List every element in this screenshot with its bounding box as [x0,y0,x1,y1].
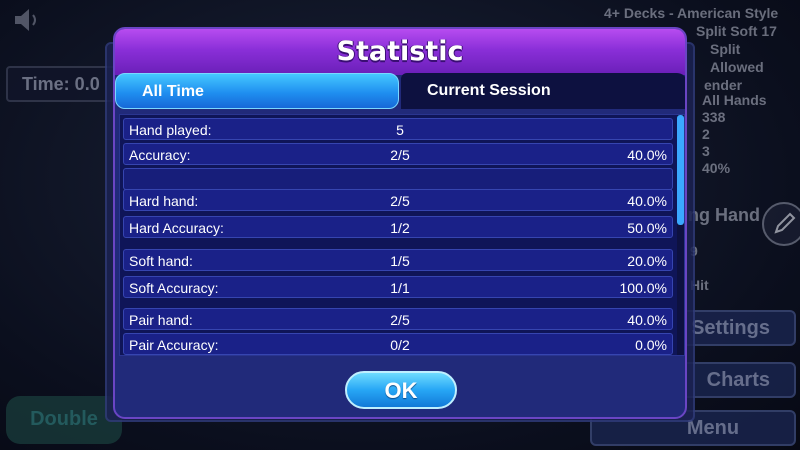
table-row: Hand played: 5 [123,118,673,140]
stats-summary-panel: All Hands 338 2 3 40% [688,92,798,192]
settings-label: Settings [691,317,770,339]
statistic-dialog: Statistic All Time Current Session Hand … [113,27,687,419]
table-row: Hard hand: 2/5 40.0% [123,189,673,211]
stats-line: 3 [702,143,710,159]
pencil-icon [774,212,796,234]
table-row: Soft Accuracy: 1/1 100.0% [123,276,673,298]
dialog-title: Statistic [336,36,464,67]
table-row: Pair hand: 2/5 40.0% [123,308,673,330]
stats-line: 2 [702,126,710,142]
row-label: Soft hand: [129,253,193,269]
tab-all-time[interactable]: All Time [115,73,399,109]
rule-line: 4+ Decks - American Style [604,5,779,21]
timer-display: Time: 0.0 [6,66,116,102]
row-label: Accuracy: [129,147,191,163]
tab-bar: All Time Current Session [115,73,685,110]
double-label: Double [30,408,98,430]
table-row: Accuracy: 2/5 40.0% [123,143,673,165]
row-count: 1/2 [390,220,410,236]
row-label: Soft Accuracy: [129,280,219,296]
row-percent: 0.0% [635,337,667,353]
row-percent: 40.0% [627,147,667,163]
timer-label: Time: 0.0 [22,74,100,94]
table-row: Soft hand: 1/5 20.0% [123,249,673,271]
row-count: 2/5 [390,193,410,209]
scrollbar-thumb[interactable] [677,115,684,225]
row-label: Hard hand: [129,193,199,209]
row-percent: 20.0% [627,253,667,269]
row-percent: 40.0% [627,193,667,209]
stats-table[interactable]: Hand played: 5 Accuracy: 2/5 40.0% Hard … [119,114,685,356]
charts-label: Charts [706,369,770,391]
tab-current-session[interactable]: Current Session [401,73,685,109]
table-row: Hard Accuracy: 1/2 50.0% [123,216,673,238]
edit-button[interactable] [762,202,800,246]
row-label: Hand played: [129,122,212,138]
row-label: Hard Accuracy: [129,220,224,236]
stats-line: 40% [702,160,731,176]
row-count: 1/5 [390,253,410,269]
row-count: 1/1 [390,280,410,296]
row-label: Pair hand: [129,312,193,328]
losing-hand-heading: ng Hand [688,205,760,225]
row-percent: 40.0% [627,312,667,328]
tab-label: Current Session [427,82,551,99]
row-count: 2/5 [390,147,410,163]
menu-label: Menu [686,417,740,439]
row-percent: 100.0% [619,280,667,296]
row-count: 0/2 [390,337,410,353]
tab-label: All Time [142,83,204,100]
row-label: Pair Accuracy: [129,337,219,353]
row-count: 5 [396,122,404,138]
stats-line: 338 [702,109,726,125]
table-row: Pair Accuracy: 0/2 0.0% [123,333,673,355]
ok-button[interactable]: OK [345,371,457,409]
row-count: 2/5 [390,312,410,328]
ok-label: OK [384,378,418,403]
dialog-title-bar: Statistic [115,29,685,75]
speaker-icon[interactable] [12,6,46,34]
row-percent: 50.0% [627,220,667,236]
table-row [123,168,673,190]
stats-line: All Hands [702,92,767,108]
